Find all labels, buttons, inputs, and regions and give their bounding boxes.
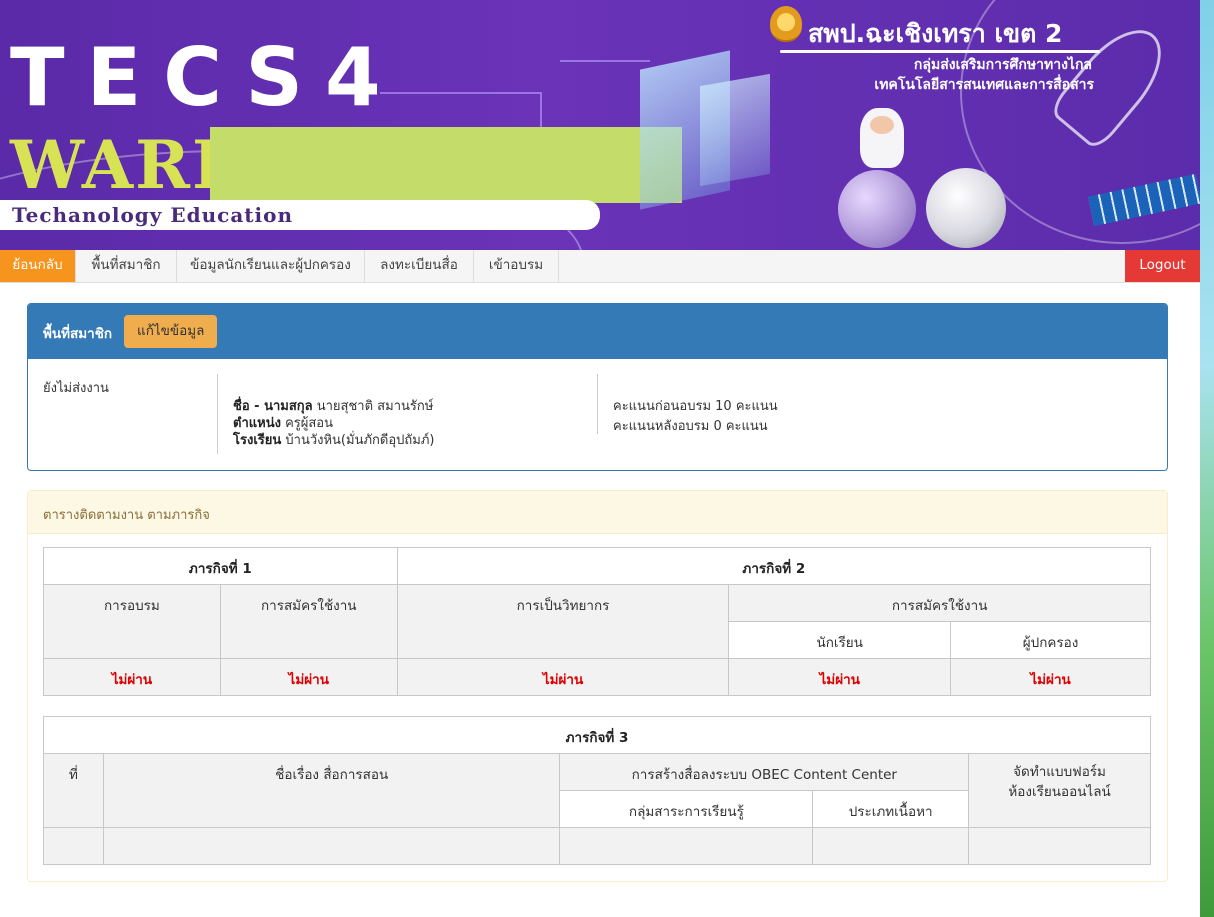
table-cell [43,827,104,865]
pre-training-score: คะแนนก่อนอบรม 10 คะแนน [613,399,778,414]
school-value: บ้านวังหิน(มั่นภักดีอุปถัมภ์) [285,433,435,448]
col-parents: ผู้ปกครอง [950,621,1151,659]
agency-seal-icon [770,6,802,42]
col-training: การอบรม [43,584,221,659]
member-panel: พื้นที่สมาชิก แก้ไขข้อมูล ยังไม่ส่งงาน ช… [27,303,1168,471]
col-online-form-line2: ห้องเรียนออนไลน์ [1008,784,1111,800]
circuit-line [540,92,542,132]
moon-illustration [926,168,1006,248]
col-obec: การสร้างสื่อลงระบบ OBEC Content Center [559,753,970,791]
planet-illustration [838,170,916,248]
table-cell [968,827,1151,865]
col-online-form-line1: จัดทำแบบฟอร์ม [1013,764,1106,780]
result-speaker: ไม่ผ่าน [396,658,730,696]
top-navbar: ย้อนกลับ พื้นที่สมาชิก ข้อมูลนักเรียนและ… [0,250,1200,283]
mission-3-table: ภารกิจที่ 3 ที่ ชื่อเรื่อง สื่อการสอน กา… [43,716,1151,865]
position-label: ตำแหน่ง [233,416,281,431]
column-divider [217,374,218,454]
result-parents: ไม่ผ่าน [950,658,1151,696]
nav-item-training[interactable]: เข้าอบรม [474,250,559,282]
nav-item-student-parent-info[interactable]: ข้อมูลนักเรียนและผู้ปกครอง [177,250,365,282]
col-signup-m2: การสมัครใช้งาน [728,584,1151,622]
table-cell [559,827,814,865]
logo-tecs4: TECS4 [10,31,403,124]
circuit-line [560,60,650,62]
col-no: ที่ [43,753,104,828]
agency-name: สพป.ฉะเชิงเทรา เขต 2 [808,19,1063,48]
result-signup: ไม่ผ่าน [219,658,398,696]
header-banner: TECS4 WARR Techanology Education สพป.ฉะเ… [0,0,1200,250]
member-info: ชื่อ - นามสกุล นายสุชาติ สมานรักษ์ ตำแหน… [233,397,434,451]
nav-item-member-area[interactable]: พื้นที่สมาชิก [76,250,177,282]
mission-2-header: ภารกิจที่ 2 [396,547,1152,585]
nav-back-button[interactable]: ย้อนกลับ [0,250,76,282]
background-scenery [1200,0,1214,917]
tracking-panel-header: ตารางติดตามงาน ตามภารกิจ [28,491,1167,534]
page: TECS4 WARR Techanology Education สพป.ฉะเ… [0,0,1200,917]
member-panel-header: พื้นที่สมาชิก แก้ไขข้อมูล [28,304,1167,359]
tagline-bar: Techanology Education [0,200,600,230]
redacted-block [210,127,682,203]
col-speaker: การเป็นวิทยากร [396,584,730,659]
col-signup: การสมัครใช้งาน [219,584,398,659]
circuit-line [380,92,540,94]
table-cell [102,827,561,865]
mission-1-2-table: ภารกิจที่ 1 ภารกิจที่ 2 การอบรม การสมัคร… [43,547,1152,696]
astronaut-illustration [860,108,904,168]
col-content-type: ประเภทเนื้อหา [812,790,970,828]
column-divider [597,374,598,434]
agency-subtitle-2: เทคโนโลยีสารสนเทศและการสื่อสาร [874,77,1094,93]
name-value: นายสุชาติ สมานรักษ์ [316,399,434,414]
mission-3-header: ภารกิจที่ 3 [43,716,1151,754]
table-cell [812,827,970,865]
col-media-title: ชื่อเรื่อง สื่อการสอน [102,753,561,828]
agency-subtitle: กลุ่มส่งเสริมการศึกษาทางไกล [913,57,1092,73]
tagline: Techanology Education [12,203,293,227]
mission-1-header: ภารกิจที่ 1 [43,547,398,585]
member-panel-title: พื้นที่สมาชิก [43,326,113,342]
school-label: โรงเรียน [233,433,282,448]
logout-button[interactable]: Logout [1125,250,1200,282]
submission-status: ยังไม่ส่งงาน [43,381,109,396]
agency-underline [780,50,1100,53]
tracking-panel: ตารางติดตามงาน ตามภารกิจ ภารกิจที่ 1 ภาร… [27,490,1168,882]
result-students: ไม่ผ่าน [728,658,952,696]
hologram-screen-illustration [700,73,770,187]
post-training-score: คะแนนหลังอบรม 0 คะแนน [613,419,768,434]
col-students: นักเรียน [728,621,952,659]
col-subject-group: กลุ่มสาระการเรียนรู้ [559,790,814,828]
edit-profile-button[interactable]: แก้ไขข้อมูล [124,315,218,348]
tracking-panel-title: ตารางติดตามงาน ตามภารกิจ [43,508,210,523]
result-training: ไม่ผ่าน [43,658,221,696]
position-value: ครูผู้สอน [285,416,334,431]
col-online-form: จัดทำแบบฟอร์ม ห้องเรียนออนไลน์ [968,753,1151,828]
score-info: คะแนนก่อนอบรม 10 คะแนน คะแนนหลังอบรม 0 ค… [613,397,778,437]
nav-item-register-media[interactable]: ลงทะเบียนสื่อ [365,250,474,282]
name-label: ชื่อ - นามสกุล [233,399,313,414]
